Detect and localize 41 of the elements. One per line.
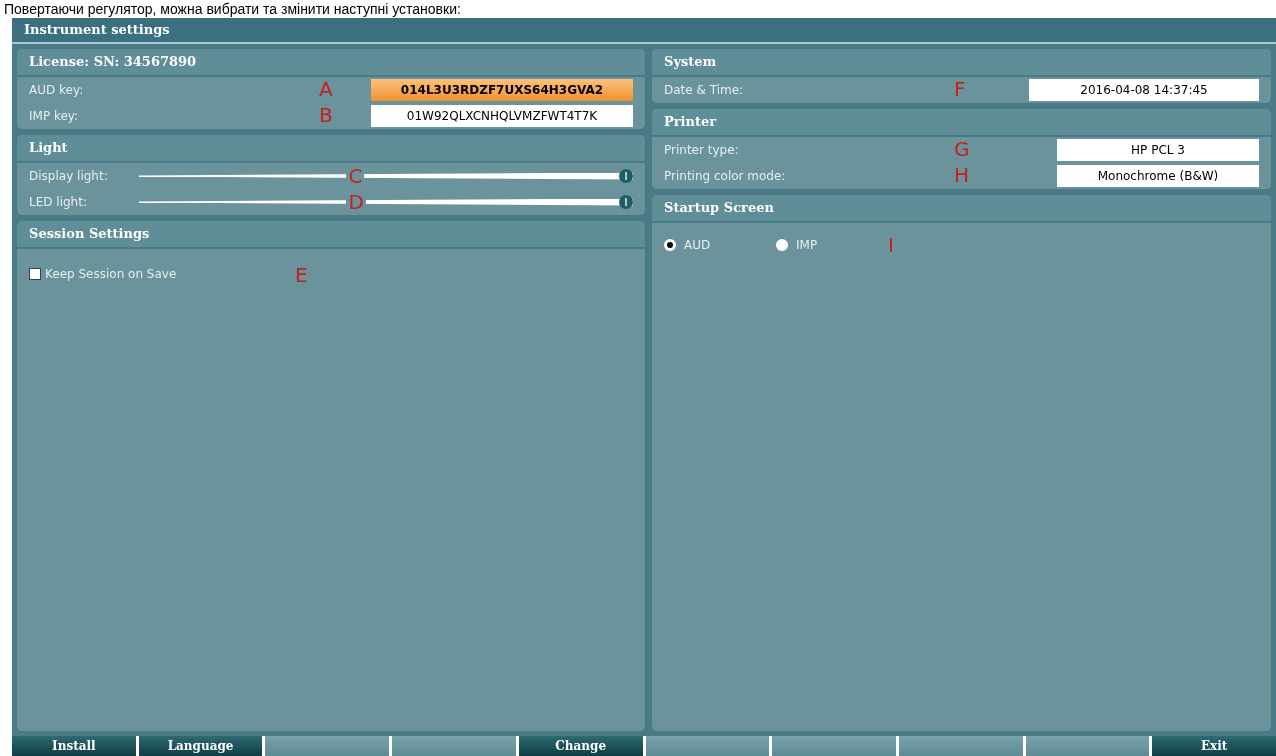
annotation-letter: I: [888, 235, 894, 255]
function-button[interactable]: Language: [138, 736, 263, 756]
value-field[interactable]: Monochrome (B&W): [1057, 165, 1259, 187]
slider-label: LED light:: [29, 194, 88, 211]
field-label: Date & Time:: [664, 82, 745, 99]
radio-button[interactable]: [776, 239, 788, 251]
annotation-letter: D: [348, 190, 364, 214]
checkbox-label: Keep Session on Save: [45, 266, 178, 283]
caption-text: Повертаючи регулятор, можна вибрати та змінити наступні установки:: [3, 0, 462, 18]
value-field[interactable]: 01W92QLXCNHQLVMZFWT4T7K: [371, 105, 633, 127]
window-title: Instrument settings: [12, 18, 1276, 44]
annotation-letter: H: [954, 163, 970, 187]
checkbox[interactable]: [29, 268, 41, 280]
radio-label: AUD: [684, 237, 711, 254]
function-button[interactable]: Exit: [1152, 736, 1276, 756]
section-header: Session Settings: [17, 221, 645, 249]
field-label: Printing color mode:: [664, 168, 787, 185]
value-field[interactable]: 014L3U3RDZF7UXS64H3GVA2: [371, 79, 633, 101]
annotation-letter: B: [319, 103, 333, 127]
function-button[interactable]: Change: [518, 736, 643, 756]
section-header: License: SN: 34567890: [17, 49, 645, 77]
section-header: Startup Screen: [652, 195, 1271, 223]
radio-button[interactable]: [664, 239, 676, 251]
annotation-letter: F: [954, 77, 966, 101]
annotation-letter: A: [319, 77, 333, 101]
section-header: Light: [17, 135, 645, 163]
field-label: IMP key:: [29, 108, 80, 125]
field-label: AUD key:: [29, 82, 85, 99]
field-label: Printer type:: [664, 142, 740, 159]
annotation-letter: C: [348, 164, 363, 188]
slider-thumb[interactable]: [619, 195, 633, 209]
annotation-letter: E: [295, 263, 308, 287]
annotation-letter: G: [954, 137, 970, 161]
value-field[interactable]: 2016-04-08 14:37:45: [1029, 79, 1259, 101]
function-button[interactable]: Install: [12, 736, 136, 756]
slider-label: Display light:: [29, 168, 109, 185]
section-header: System: [652, 49, 1271, 77]
value-field[interactable]: HP PCL 3: [1057, 139, 1259, 161]
slider-thumb[interactable]: [619, 169, 633, 183]
section-header: Printer: [652, 109, 1271, 137]
radio-label: IMP: [796, 237, 818, 254]
